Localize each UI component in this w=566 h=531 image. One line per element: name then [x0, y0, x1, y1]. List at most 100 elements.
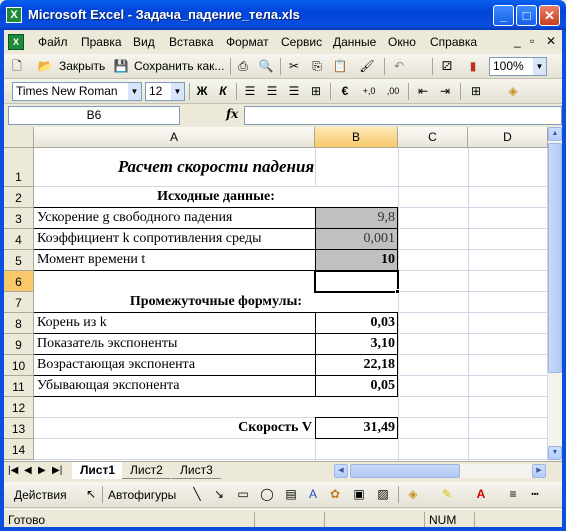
- row-header[interactable]: 10: [4, 355, 34, 376]
- close-button[interactable]: ✕: [539, 5, 560, 26]
- research-icon[interactable]: ⚂: [438, 58, 456, 75]
- cell-b3[interactable]: 9,8: [315, 208, 398, 226]
- merge-center-icon[interactable]: ⊞: [307, 83, 325, 100]
- vertical-scrollbar[interactable]: ▲ ▼: [548, 127, 562, 461]
- row-header[interactable]: 5: [4, 250, 34, 271]
- cell-b9[interactable]: 3,10: [315, 334, 398, 352]
- cell-a10[interactable]: Возрастающая экспонента: [34, 355, 315, 373]
- cell-a13[interactable]: Скорость V: [34, 418, 315, 436]
- row-header[interactable]: 3: [4, 208, 34, 229]
- new-document-icon[interactable]: 🗋: [8, 58, 26, 75]
- save-as-button-label[interactable]: Сохранить как...: [134, 59, 224, 73]
- oval-icon[interactable]: ◯: [258, 486, 276, 503]
- row-header[interactable]: 1: [4, 148, 34, 187]
- fill-color-icon[interactable]: ◈: [404, 486, 422, 503]
- cell-a11[interactable]: Убывающая экспонента: [34, 376, 315, 394]
- line-color-icon[interactable]: ✎: [438, 486, 456, 503]
- line-icon[interactable]: ╲: [188, 486, 206, 503]
- cell-a7[interactable]: Промежуточные формулы:: [34, 292, 398, 310]
- row-header[interactable]: 14: [4, 439, 34, 460]
- menu-tools[interactable]: Сервис: [281, 35, 322, 49]
- dash-style-icon[interactable]: ┅: [526, 486, 544, 503]
- scroll-left-icon[interactable]: ◀: [334, 464, 348, 478]
- row-header[interactable]: 13: [4, 418, 34, 439]
- italic-button[interactable]: К: [214, 83, 232, 100]
- row-header[interactable]: 12: [4, 397, 34, 418]
- rectangle-icon[interactable]: ▭: [234, 486, 252, 503]
- format-painter-icon[interactable]: 🖌: [358, 58, 376, 75]
- scroll-down-icon[interactable]: ▼: [548, 446, 562, 460]
- excel-app-icon[interactable]: X: [6, 7, 22, 23]
- font-size-select[interactable]: 12 ▼: [145, 82, 185, 101]
- row-header[interactable]: 2: [4, 187, 34, 208]
- sheet-tab-1[interactable]: Лист1: [72, 462, 124, 479]
- wordart-icon[interactable]: A: [304, 486, 322, 503]
- cell-b5[interactable]: 10: [315, 250, 398, 268]
- cell-a5[interactable]: Момент времени t: [34, 250, 315, 268]
- textbox-icon[interactable]: ▤: [282, 486, 300, 503]
- diagram-icon[interactable]: ✿: [326, 486, 344, 503]
- font-color-icon[interactable]: A: [472, 486, 490, 503]
- first-sheet-icon[interactable]: |◀: [8, 465, 18, 476]
- scroll-up-icon[interactable]: ▲: [548, 127, 562, 141]
- sheet-tab-3[interactable]: Лист3: [172, 462, 221, 479]
- zoom-select[interactable]: 100% ▼: [489, 57, 547, 76]
- horizontal-scrollbar[interactable]: ◀ ▶: [334, 464, 546, 478]
- increase-indent-icon[interactable]: ⇥: [436, 83, 454, 100]
- currency-button[interactable]: €: [336, 83, 354, 100]
- align-center-icon[interactable]: ☰: [263, 83, 281, 100]
- picture-icon[interactable]: ▨: [374, 486, 392, 503]
- scroll-right-icon[interactable]: ▶: [532, 464, 546, 478]
- chevron-down-icon[interactable]: ▼: [128, 83, 141, 100]
- formula-input[interactable]: [244, 106, 562, 125]
- align-right-icon[interactable]: ☰: [285, 83, 303, 100]
- paste-icon[interactable]: 📋: [331, 58, 349, 75]
- function-icon[interactable]: fx: [226, 107, 238, 121]
- menu-edit[interactable]: Правка: [81, 35, 122, 49]
- print-icon[interactable]: ⎙: [234, 58, 252, 75]
- line-style-icon[interactable]: ≡: [504, 486, 522, 503]
- actions-menu[interactable]: Действия: [14, 488, 67, 502]
- close-button-label[interactable]: Закрыть: [59, 59, 105, 73]
- select-pointer-icon[interactable]: ↖: [82, 486, 100, 503]
- chart-wizard-icon[interactable]: ▮: [464, 58, 482, 75]
- cell-a1-title[interactable]: Расчет скорости падения: [34, 155, 398, 177]
- cell-b11[interactable]: 0,05: [315, 376, 398, 394]
- increase-decimal-icon[interactable]: +,0: [360, 83, 378, 100]
- row-header[interactable]: 8: [4, 313, 34, 334]
- cell-b4[interactable]: 0,001: [315, 229, 398, 247]
- menu-window[interactable]: Окно: [388, 35, 416, 49]
- name-box[interactable]: B6: [8, 106, 180, 125]
- scroll-thumb[interactable]: [548, 143, 562, 373]
- prev-sheet-icon[interactable]: ◀: [24, 465, 32, 476]
- open-folder-icon[interactable]: 📂: [36, 58, 54, 75]
- column-header-a[interactable]: A: [34, 127, 315, 148]
- cell-a8[interactable]: Корень из k: [34, 313, 315, 331]
- bold-button[interactable]: Ж: [193, 83, 211, 100]
- column-header-c[interactable]: C: [398, 127, 468, 148]
- next-sheet-icon[interactable]: ▶: [38, 465, 46, 476]
- select-all-corner[interactable]: [4, 127, 34, 148]
- clipart-icon[interactable]: ▣: [350, 486, 368, 503]
- cell-a2[interactable]: Исходные данные:: [34, 187, 398, 205]
- cell-b8[interactable]: 0,03: [315, 313, 398, 331]
- doc-minimize-button[interactable]: _: [514, 34, 521, 48]
- sheet-tab-2[interactable]: Лист2: [122, 462, 171, 479]
- menu-file[interactable]: Файл: [38, 35, 68, 49]
- row-header[interactable]: 6: [4, 271, 34, 292]
- cell-a3[interactable]: Ускорение g свободного падения: [34, 208, 315, 226]
- maximize-button[interactable]: □: [516, 5, 537, 26]
- decrease-indent-icon[interactable]: ⇤: [414, 83, 432, 100]
- workbook-icon[interactable]: X: [8, 34, 24, 50]
- cell-b10[interactable]: 22,18: [315, 355, 398, 373]
- cut-icon[interactable]: ✂: [285, 58, 303, 75]
- cell-a9[interactable]: Показатель экспоненты: [34, 334, 315, 352]
- row-header[interactable]: 7: [4, 292, 34, 313]
- chevron-down-icon[interactable]: ▼: [533, 58, 546, 75]
- decrease-decimal-icon[interactable]: ,00: [384, 83, 402, 100]
- row-header[interactable]: 4: [4, 229, 34, 250]
- fill-color-icon[interactable]: ◈: [504, 83, 522, 100]
- font-select[interactable]: Times New Roman ▼: [12, 82, 142, 101]
- row-header[interactable]: 11: [4, 376, 34, 397]
- menu-help[interactable]: Справка: [430, 35, 477, 49]
